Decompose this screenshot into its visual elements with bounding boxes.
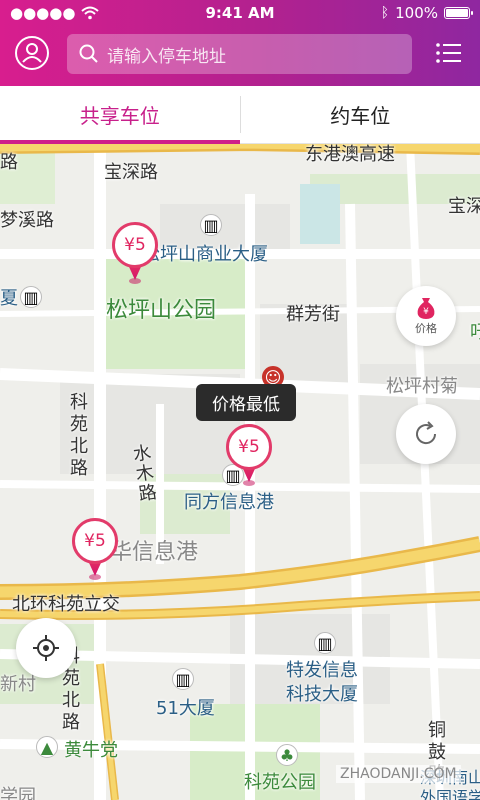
mountain-icon[interactable]: ▲ xyxy=(36,736,58,758)
pin-price: ¥5 xyxy=(226,424,272,470)
map-label: 梦溪路 xyxy=(0,210,54,231)
map-label: 华信息港 xyxy=(110,540,199,565)
map-label: 路 xyxy=(0,152,18,173)
tab-reserve-parking[interactable]: 约车位 xyxy=(241,86,480,143)
map-label: 科苑北路 xyxy=(70,392,88,479)
building-icon[interactable]: ▥ xyxy=(314,632,336,654)
locate-me-button[interactable] xyxy=(16,618,76,678)
tab-shared-parking[interactable]: 共享车位 xyxy=(0,86,240,144)
map-label: 科技大厦 xyxy=(286,684,358,705)
map-label: 东港澳高速 xyxy=(305,144,395,165)
map-label: 松坪山商业大厦 xyxy=(142,244,268,265)
map-label: 学园 xyxy=(0,786,36,800)
parking-price-pin[interactable]: ¥5 xyxy=(226,424,272,488)
map-label: 松坪村菊 xyxy=(386,376,458,397)
status-bar: ●●●●● 9:41 AM ᛒ 100% xyxy=(0,0,480,26)
map-label: 宝深 xyxy=(448,196,480,217)
map-label: 特发信息 xyxy=(286,660,358,681)
app-header: ●●●●● 9:41 AM ᛒ 100% 请输入停车地址 xyxy=(0,0,480,86)
price-filter-label: 价格 xyxy=(415,322,437,335)
refresh-icon xyxy=(416,421,437,445)
map-view[interactable]: 路 宝深路 东港澳高速 宝深 梦溪路 松坪山商业大厦 松坪山公园 夏 群芳街 吁… xyxy=(0,144,480,800)
watermark: ZHAODANJI.COM xyxy=(336,765,461,783)
map-label: 松坪山公园 xyxy=(106,298,217,323)
bluetooth-icon: ᛒ xyxy=(380,5,390,21)
map-label: 51大厦 xyxy=(156,698,215,719)
pin-price: ¥5 xyxy=(72,518,118,564)
map-label: 夏 xyxy=(0,288,18,309)
search-icon xyxy=(79,44,98,63)
search-placeholder: 请输入停车地址 xyxy=(107,46,226,67)
money-bag-icon: ¥ xyxy=(417,298,435,319)
menu-list-icon[interactable] xyxy=(436,42,462,64)
park-icon[interactable]: ♣ xyxy=(276,744,298,766)
user-avatar-button[interactable] xyxy=(15,36,49,70)
map-label: 宝深路 xyxy=(104,162,158,183)
search-input[interactable]: 请输入停车地址 xyxy=(67,34,412,74)
map-label: 群芳街 xyxy=(286,304,340,325)
pin-price: ¥5 xyxy=(112,222,158,268)
price-filter-button[interactable]: ¥ 价格 xyxy=(396,286,456,346)
map-label: 北环科苑立交 xyxy=(12,594,120,615)
refresh-button[interactable] xyxy=(396,404,456,464)
map-label: 同方信息港 xyxy=(184,492,274,513)
svg-text:¥: ¥ xyxy=(423,307,429,317)
map-label: 吁 xyxy=(470,322,480,343)
parking-price-pin[interactable]: ¥5 xyxy=(72,518,118,582)
map-label: 外国语学 xyxy=(420,788,480,800)
building-icon[interactable]: ▥ xyxy=(200,214,222,236)
tab-bar: 共享车位 约车位 xyxy=(0,86,480,144)
building-icon[interactable]: ▥ xyxy=(20,286,42,308)
status-right: ᛒ 100% xyxy=(380,4,473,22)
battery-icon xyxy=(444,7,473,19)
map-label: 科苑公园 xyxy=(244,772,316,793)
map-label: 黄牛党 xyxy=(64,740,118,761)
building-icon[interactable]: ▥ xyxy=(172,668,194,690)
battery-percent: 100% xyxy=(395,4,438,22)
crosshair-icon xyxy=(33,635,59,661)
lowest-price-tooltip: 价格最低 xyxy=(196,384,296,421)
user-icon xyxy=(22,43,42,63)
parking-price-pin[interactable]: ¥5 xyxy=(112,222,158,286)
